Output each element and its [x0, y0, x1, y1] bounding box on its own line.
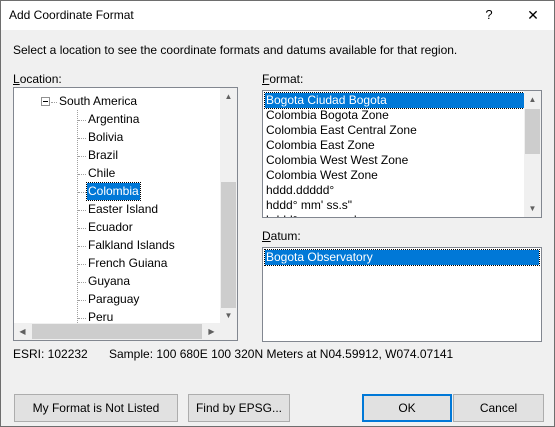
tree-item-label: Easter Island [88, 202, 159, 216]
format-list-item[interactable]: Colombia East Zone [265, 138, 375, 153]
datum-label-text: atum: [270, 229, 301, 243]
tree-item-easter-island[interactable]: Easter Island [14, 201, 222, 219]
location-label-text: ocation: [19, 72, 62, 86]
tree-item-guyana[interactable]: Guyana [14, 273, 222, 291]
datum-label-accesskey: D [262, 229, 271, 243]
format-vertical-scrollbar[interactable]: ▲ ▼ [524, 91, 541, 217]
scroll-right-icon[interactable]: ▶ [203, 323, 220, 340]
esri-code: ESRI: 102232 [13, 347, 88, 361]
tree-connector [78, 300, 86, 301]
tree-connector [78, 174, 86, 175]
tree-item-bolivia[interactable]: Bolivia [14, 129, 222, 147]
sample-text: Sample: 100 680E 100 320N Meters at N04.… [109, 347, 454, 361]
tree-item-label: South America [59, 94, 138, 108]
tree-item-peru[interactable]: Peru [14, 309, 222, 323]
cancel-button[interactable]: Cancel [453, 394, 544, 422]
tree-connector [78, 282, 86, 283]
tree-connector [78, 138, 86, 139]
tree-connector [78, 228, 86, 229]
tree-item-label: Ecuador [88, 220, 133, 234]
format-list-item[interactable]: hddd° mm' ss.s" [265, 198, 352, 213]
format-list-item[interactable]: hddd° mm.mmm' [265, 213, 356, 217]
tree-item-falkland-islands[interactable]: Falkland Islands [14, 237, 222, 255]
tree-item-south-america[interactable]: South America [14, 93, 222, 111]
location-tree[interactable]: South America Argentina Bolivia Brazil Chil… [13, 87, 238, 341]
tree-connector [78, 246, 86, 247]
format-label-text: ormat: [269, 72, 304, 86]
format-list[interactable]: Bogota Ciudad Bogota Colombia Bogota Zone… [262, 90, 542, 218]
tree-item-colombia[interactable]: Colombia [14, 182, 222, 201]
ok-button[interactable]: OK [362, 394, 452, 422]
add-coordinate-format-dialog: Add Coordinate Format ? ✕ Select a locat… [0, 0, 555, 427]
tree-item-label: Argentina [88, 112, 140, 126]
collapse-icon[interactable] [41, 97, 50, 106]
instruction-text: Select a location to see the coordinate … [13, 43, 458, 57]
location-tree-content: South America Argentina Bolivia Brazil Chil… [14, 88, 222, 323]
tree-item-paraguay[interactable]: Paraguay [14, 291, 222, 309]
tree-connector [51, 102, 57, 103]
datum-list-item[interactable]: Bogota Observatory [264, 249, 540, 266]
format-list-item[interactable]: Colombia West Zone [265, 168, 378, 183]
scroll-down-icon[interactable]: ▼ [524, 200, 541, 217]
scroll-thumb[interactable] [32, 324, 202, 339]
datum-list[interactable]: Bogota Observatory [262, 247, 542, 342]
tree-item-label: Falkland Islands [88, 238, 175, 252]
window-title: Add Coordinate Format [9, 8, 134, 22]
tree-item-label: Chile [88, 166, 116, 180]
title-bar: Add Coordinate Format ? ✕ [1, 1, 554, 30]
scroll-down-icon[interactable]: ▼ [220, 307, 237, 324]
tree-item-label: French Guiana [88, 256, 168, 270]
scroll-up-icon[interactable]: ▲ [524, 91, 541, 108]
tree-item-label: Bolivia [88, 130, 124, 144]
scroll-up-icon[interactable]: ▲ [220, 88, 237, 105]
tree-item-brazil[interactable]: Brazil [14, 147, 222, 165]
tree-item-label: Peru [88, 310, 114, 323]
close-button[interactable]: ✕ [522, 5, 544, 25]
tree-item-label: Brazil [88, 148, 119, 162]
format-list-item[interactable]: Colombia Bogota Zone [265, 108, 389, 123]
format-list-item[interactable]: hddd.ddddd° [265, 183, 334, 198]
scrollbar-corner [220, 323, 237, 340]
tree-connector [78, 156, 86, 157]
tree-connector [78, 192, 86, 193]
tree-connector [78, 210, 86, 211]
tree-connector [78, 264, 86, 265]
find-by-epsg-button[interactable]: Find by EPSG... [188, 394, 290, 422]
format-label: Format: [262, 72, 303, 86]
tree-item-french-guiana[interactable]: French Guiana [14, 255, 222, 273]
location-horizontal-scrollbar[interactable]: ◀ ▶ [14, 323, 220, 340]
scroll-thumb[interactable] [221, 182, 236, 308]
tree-item-label: Guyana [88, 274, 131, 288]
tree-item-chile[interactable]: Chile [14, 165, 222, 183]
tree-item-argentina[interactable]: Argentina [14, 111, 222, 129]
datum-label: Datum: [262, 229, 301, 243]
tree-item-ecuador[interactable]: Ecuador [14, 219, 222, 237]
format-not-listed-button[interactable]: My Format is Not Listed [14, 394, 178, 422]
format-list-item[interactable]: Bogota Ciudad Bogota [264, 92, 525, 109]
scroll-left-icon[interactable]: ◀ [14, 323, 31, 340]
location-label-accesskey: L [13, 72, 20, 86]
help-button[interactable]: ? [478, 5, 500, 25]
tree-item-label: Colombia [86, 182, 141, 201]
tree-connector [78, 318, 86, 319]
scroll-thumb[interactable] [525, 109, 540, 154]
tree-connector [78, 120, 86, 121]
format-list-item[interactable]: Colombia East Central Zone [265, 123, 417, 138]
tree-item-label: Paraguay [88, 292, 140, 306]
location-label: Location: [13, 72, 62, 86]
location-vertical-scrollbar[interactable]: ▲ ▼ [220, 88, 237, 324]
format-list-item[interactable]: Colombia West West Zone [265, 153, 408, 168]
